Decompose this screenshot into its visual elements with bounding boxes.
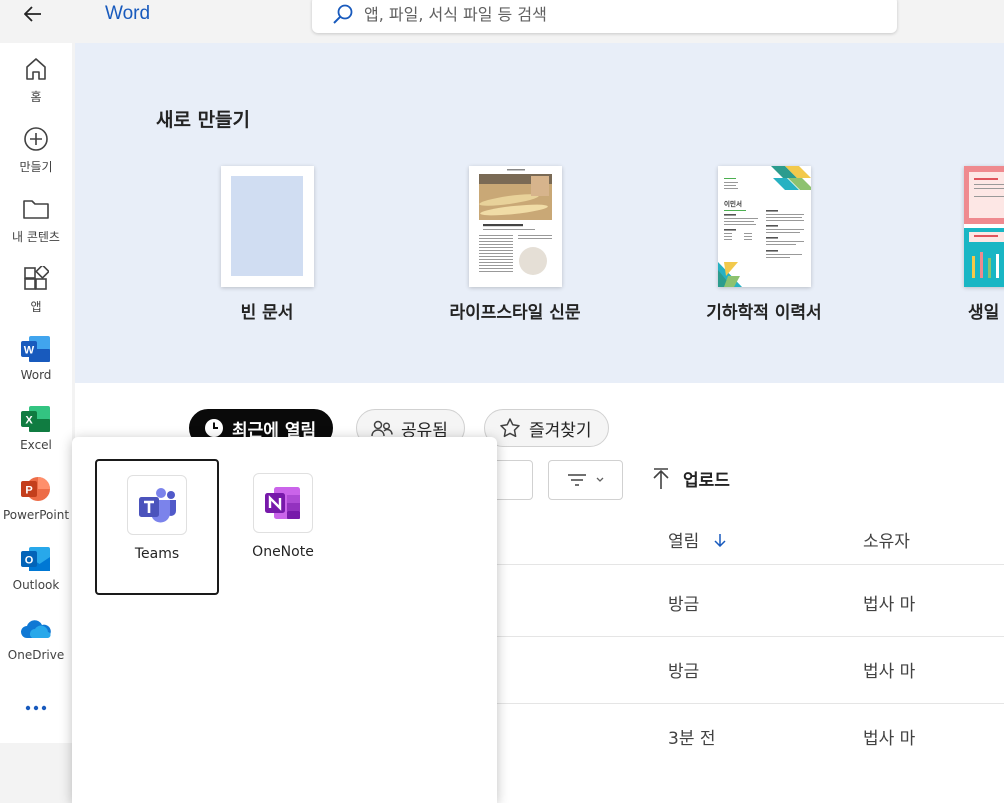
upload-label: 업로드 [683, 471, 730, 491]
rail-label: 만들기 [19, 160, 53, 174]
more-apps-button[interactable] [0, 673, 72, 743]
row-owner: 법사 마 [863, 729, 916, 749]
filter-icon [567, 474, 586, 486]
column-header-label: 소유자 [863, 532, 910, 552]
back-arrow-icon [24, 6, 41, 22]
newsletter-preview-image [478, 169, 552, 275]
folder-icon [23, 200, 49, 219]
filter-button[interactable] [548, 460, 623, 500]
app-tile-teams[interactable]: Teams [95, 459, 219, 595]
row-opened: 3분 전 [668, 729, 716, 749]
template-thumbnail: 이민서 [717, 166, 811, 287]
template-label: 기하학적 이력서 [706, 303, 822, 323]
row-opened: 방금 [668, 662, 700, 682]
rail-item-outlook[interactable]: O Outlook [0, 535, 72, 597]
gift-card-preview-image [963, 166, 1004, 287]
onenote-icon [265, 487, 300, 519]
search-icon [333, 4, 353, 24]
rail-label: PowerPoint [2, 508, 70, 522]
left-rail: 홈 만들기 내 콘텐츠 앱 W Word X Excel P PowerPoin… [0, 43, 72, 743]
home-icon [26, 58, 46, 80]
upload-button[interactable]: 업로드 [653, 466, 730, 491]
more-icon [25, 705, 47, 711]
svg-text:X: X [25, 415, 33, 427]
rail-label: Excel [20, 438, 52, 452]
svg-text:O: O [25, 555, 34, 567]
template-geometric-resume[interactable]: 이민서 기하학적 이력서 [674, 166, 854, 323]
apps-icon [24, 266, 49, 290]
app-tile-onenote[interactable]: OneNote [221, 459, 345, 595]
tab-label: 즐겨찾기 [529, 420, 592, 441]
people-icon [371, 420, 393, 437]
search-box[interactable] [312, 0, 897, 33]
word-icon: W [21, 336, 50, 362]
row-owner: 법사 마 [863, 662, 916, 682]
svg-text:P: P [25, 485, 32, 497]
rail-item-create[interactable]: 만들기 [0, 115, 72, 177]
tab-favorites[interactable]: 즐겨찾기 [484, 409, 609, 447]
app-icon-box [127, 475, 187, 535]
column-header-label: 열림 [668, 532, 700, 552]
sort-arrow-down-icon [714, 533, 726, 547]
rail-item-my-content[interactable]: 내 콘텐츠 [0, 185, 72, 247]
rail-label: Outlook [12, 578, 60, 592]
app-icon-box [253, 473, 313, 533]
resume-preview-image: 이민서 [717, 166, 811, 287]
clock-icon [205, 419, 223, 437]
more-apps-popup: Teams OneNote [72, 437, 497, 803]
template-lifestyle-newsletter[interactable]: 라이프스타일 신문 [425, 166, 605, 323]
create-new-title: 새로 만들기 [156, 109, 251, 131]
svg-text:W: W [24, 345, 35, 357]
back-button[interactable] [18, 2, 48, 26]
onedrive-icon [21, 620, 51, 639]
template-label: 빈 문서 [240, 303, 294, 323]
column-header-owner[interactable]: 소유자 [863, 527, 910, 552]
create-new-section: 새로 만들기 빈 문서 라이프스타일 신문 이민서 기하학적 이력서 생일 [75, 43, 1004, 383]
template-thumbnail [468, 166, 562, 287]
rail-label: OneDrive [7, 648, 65, 662]
app-title[interactable]: Word [105, 3, 150, 25]
resume-heading: 이민서 [724, 199, 742, 208]
teams-icon [139, 488, 176, 523]
row-opened: 방금 [668, 595, 700, 615]
excel-icon: X [21, 406, 50, 432]
template-blank-document[interactable]: 빈 문서 [177, 166, 357, 323]
plus-circle-icon [24, 127, 48, 151]
rail-item-apps[interactable]: 앱 [0, 255, 72, 317]
app-name: Teams [134, 546, 180, 562]
template-label: 생일 상품권 [967, 303, 1004, 323]
top-bar: Word [0, 0, 1004, 43]
chevron-down-icon [596, 477, 603, 482]
template-label: 라이프스타일 신문 [449, 303, 581, 323]
rail-label: 홈 [30, 90, 42, 104]
app-name: OneNote [252, 544, 314, 560]
upload-icon [653, 467, 669, 489]
powerpoint-icon: P [21, 477, 50, 501]
rail-item-onedrive[interactable]: OneDrive [0, 605, 72, 667]
template-thumbnail [220, 166, 314, 287]
search-input[interactable] [364, 5, 864, 24]
row-owner: 법사 마 [863, 595, 916, 615]
rail-label: 내 콘텐츠 [12, 230, 60, 244]
rail-label: Word [20, 368, 52, 382]
rail-item-excel[interactable]: X Excel [0, 395, 72, 457]
rail-item-home[interactable]: 홈 [0, 45, 72, 107]
outlook-icon: O [21, 547, 50, 571]
rail-item-powerpoint[interactable]: P PowerPoint [0, 465, 72, 527]
template-birthday-gift-card[interactable]: 생일 상품권 [920, 166, 1004, 323]
column-header-opened[interactable]: 열림 [668, 527, 726, 552]
rail-label: 앱 [30, 300, 42, 314]
template-thumbnail [963, 166, 1004, 287]
rail-item-word[interactable]: W Word [0, 325, 72, 387]
star-icon [500, 418, 520, 438]
